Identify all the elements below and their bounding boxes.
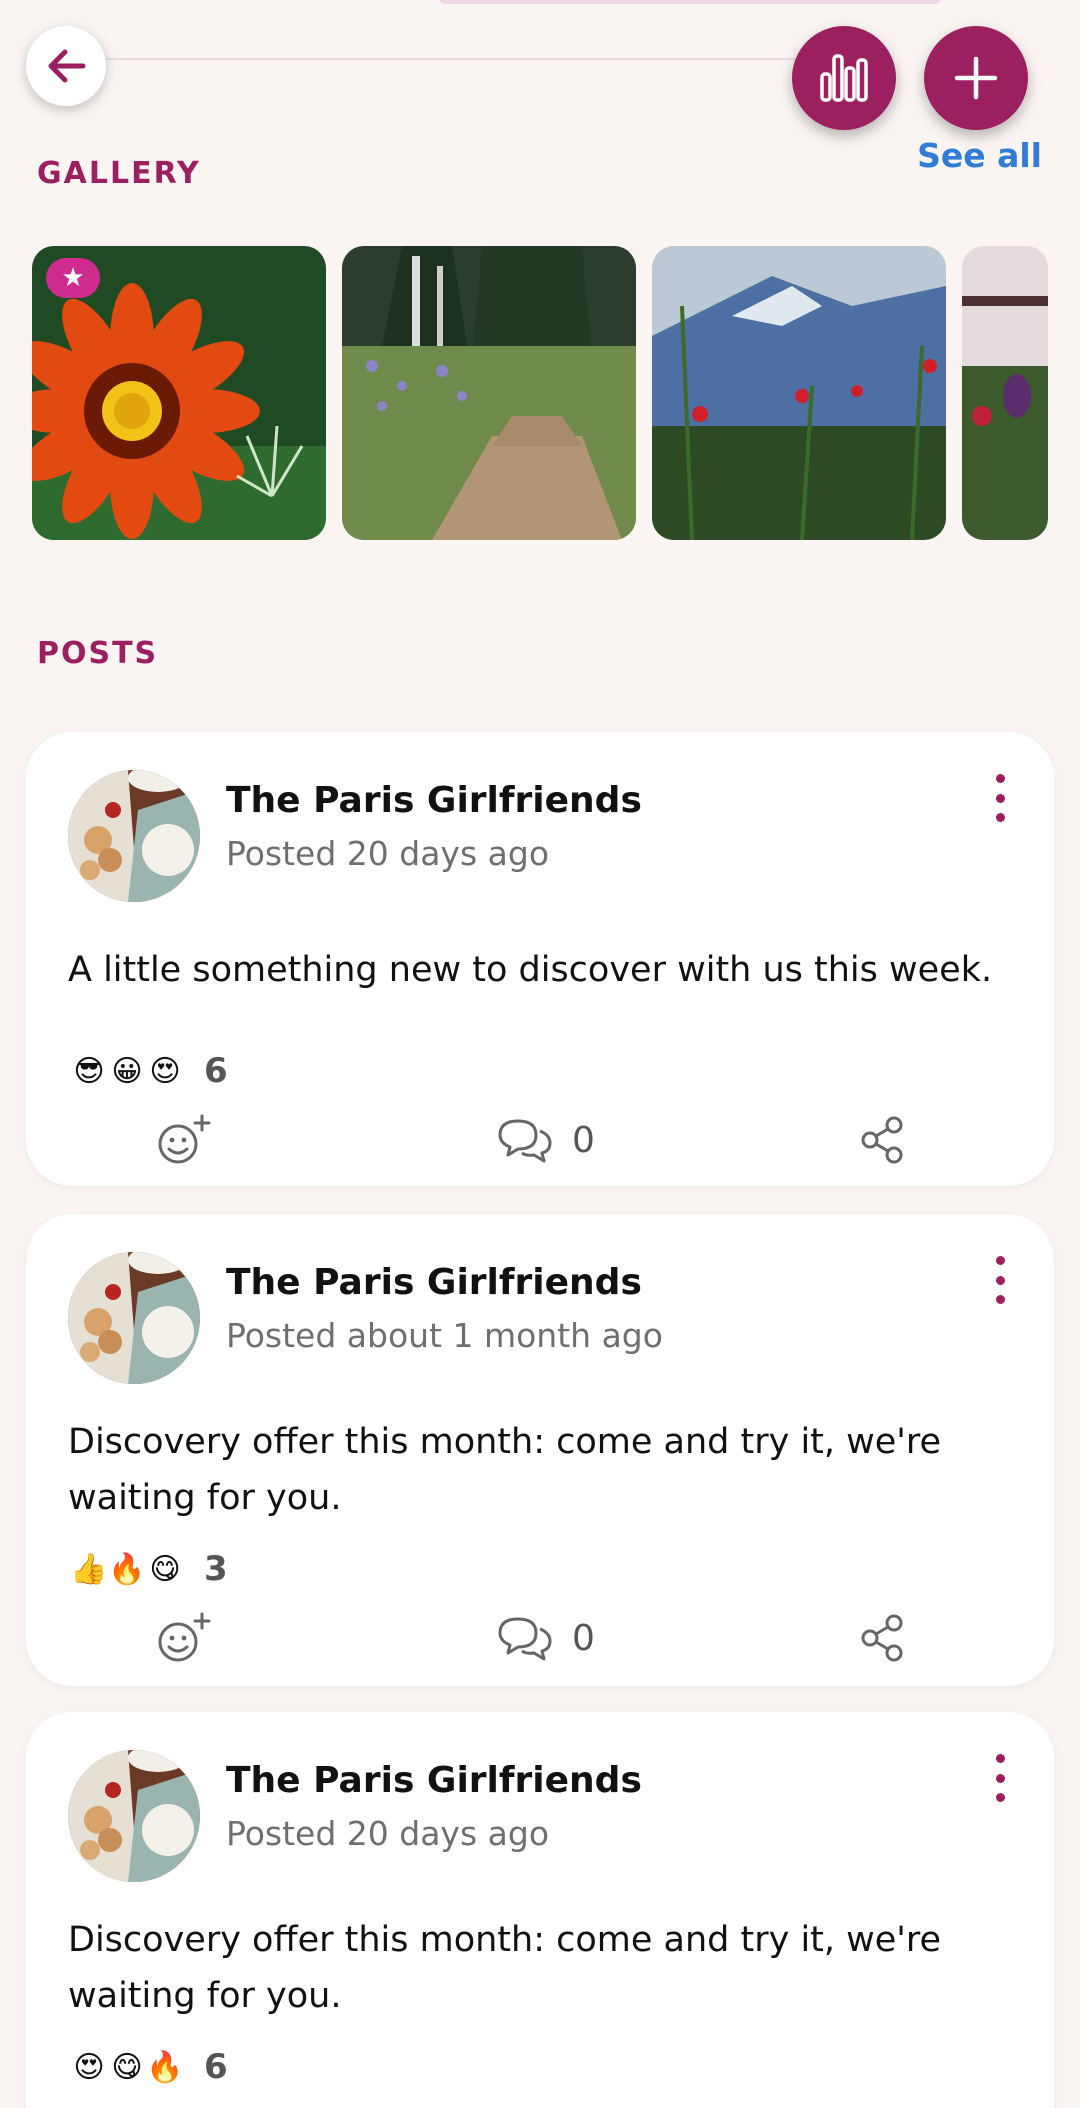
post-timestamp: Posted 20 days ago xyxy=(226,1814,550,1853)
reaction-count: 6 xyxy=(204,2047,228,2087)
avatar[interactable] xyxy=(68,1750,200,1882)
post-card[interactable]: The Paris Girlfriends Posted 20 days ago… xyxy=(26,1712,1054,2108)
more-options-icon[interactable] xyxy=(988,1754,1012,1802)
avatar[interactable] xyxy=(68,1252,200,1384)
gallery-tile-flower[interactable]: ★ xyxy=(32,246,326,540)
post-actions: 0 xyxy=(26,1608,1054,1668)
food-avatar-image xyxy=(68,770,200,902)
purple-flower-photo xyxy=(962,246,1048,540)
comment-icon xyxy=(498,1617,552,1661)
mountain-flowers-photo xyxy=(652,246,946,540)
reaction-summary[interactable]: 😎 😀 😍 6 xyxy=(66,1048,228,1094)
gallery-tile-purple-flower[interactable] xyxy=(962,246,1048,540)
share-icon xyxy=(861,1116,903,1164)
back-button[interactable] xyxy=(26,26,106,106)
reaction-summary[interactable]: 👍 🔥 😋 3 xyxy=(66,1546,228,1592)
gallery-tile-mountain[interactable] xyxy=(652,246,946,540)
reaction-emoji: 🔥 xyxy=(146,2049,184,2085)
comment-button[interactable]: 0 xyxy=(496,1608,595,1668)
divider xyxy=(100,58,880,60)
share-icon xyxy=(861,1614,903,1662)
more-options-icon[interactable] xyxy=(988,774,1012,822)
see-all-link[interactable]: See all xyxy=(917,136,1042,175)
reaction-count: 3 xyxy=(204,1549,228,1589)
top-scroll-remnant xyxy=(440,0,940,4)
share-button[interactable] xyxy=(858,1608,906,1668)
post-card[interactable]: The Paris Girlfriends Posted 20 days ago… xyxy=(26,732,1054,1186)
add-button[interactable] xyxy=(924,26,1028,130)
post-author[interactable]: The Paris Girlfriends xyxy=(226,780,642,821)
comment-icon xyxy=(498,1119,552,1163)
forest-path-photo xyxy=(342,246,636,540)
post-body: Discovery offer this month: come and try… xyxy=(68,1422,942,1518)
gallery-tile-path[interactable] xyxy=(342,246,636,540)
post-author[interactable]: The Paris Girlfriends xyxy=(226,1760,642,1801)
food-avatar-image xyxy=(68,1750,200,1882)
post-body: A little something new to discover with … xyxy=(68,950,993,990)
reaction-count: 6 xyxy=(204,1051,228,1091)
comment-count: 0 xyxy=(572,1119,595,1161)
plus-icon xyxy=(954,56,998,100)
post-timestamp: Posted 20 days ago xyxy=(226,834,550,873)
post-card[interactable]: The Paris Girlfriends Posted about 1 mon… xyxy=(26,1214,1054,1686)
post-actions: 0 xyxy=(26,1110,1054,1170)
avatar[interactable] xyxy=(68,770,200,902)
featured-star-badge: ★ xyxy=(46,258,100,298)
reaction-emoji: 😍 xyxy=(149,1053,181,1089)
food-avatar-image xyxy=(68,1252,200,1384)
post-author[interactable]: The Paris Girlfriends xyxy=(226,1262,642,1303)
comment-count: 0 xyxy=(572,1617,595,1659)
emoji-add-icon xyxy=(158,1612,211,1662)
stats-button[interactable] xyxy=(792,26,896,130)
arrow-left-icon xyxy=(48,49,86,83)
reaction-emoji: 😋 xyxy=(149,1551,181,1587)
more-options-icon[interactable] xyxy=(988,1256,1012,1304)
comment-button[interactable]: 0 xyxy=(496,1110,595,1170)
post-body: Discovery offer this month: come and try… xyxy=(68,1920,942,2016)
emoji-add-icon xyxy=(158,1114,211,1164)
post-timestamp: Posted about 1 month ago xyxy=(226,1316,663,1355)
posts-title: POSTS xyxy=(37,636,159,671)
gallery-title: GALLERY xyxy=(37,156,201,191)
bar-chart-icon xyxy=(820,54,868,102)
reaction-summary[interactable]: 😍 😋 🔥 6 xyxy=(66,2044,228,2090)
add-reaction-button[interactable] xyxy=(154,1110,218,1170)
share-button[interactable] xyxy=(858,1110,906,1170)
gallery-strip[interactable]: ★ xyxy=(32,246,1048,540)
add-reaction-button[interactable] xyxy=(154,1608,218,1668)
